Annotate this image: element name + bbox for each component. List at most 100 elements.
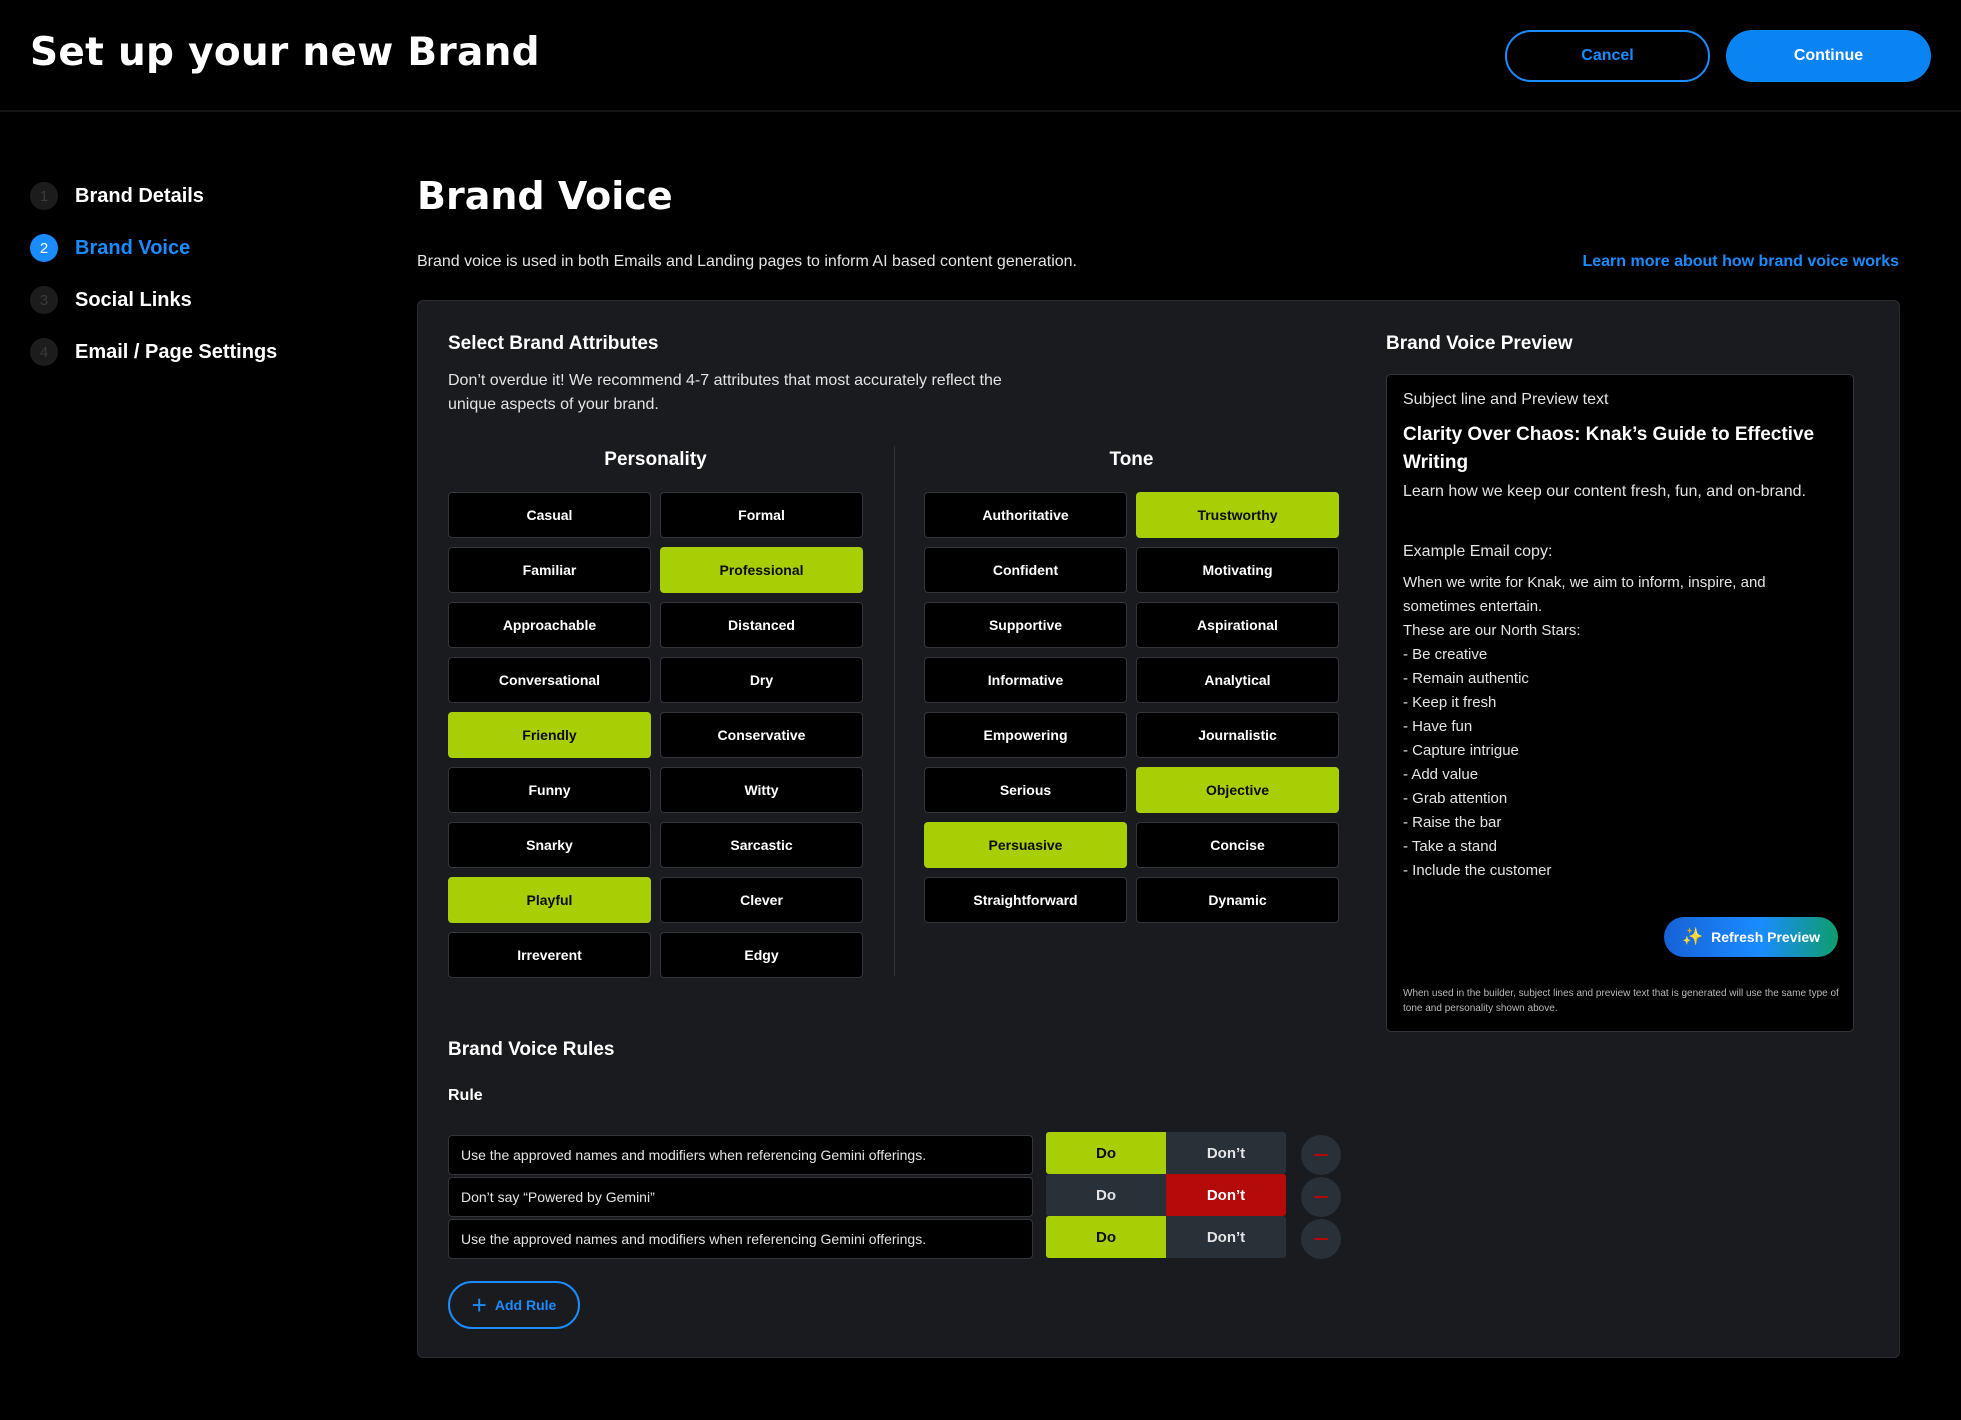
personality-chip-conversational[interactable]: Conversational [448, 657, 651, 703]
do-dont-toggle: Do Don’t [1046, 1132, 1286, 1174]
rule-column-label: Rule [448, 1087, 483, 1104]
tone-chip-persuasive[interactable]: Persuasive [924, 822, 1127, 868]
tone-chip-straightforward[interactable]: Straightforward [924, 877, 1127, 923]
preview-body-line: - Keep it fresh [1403, 694, 1497, 711]
attributes-description: Don’t overdue it! We recommend 4-7 attri… [448, 372, 1002, 413]
tone-chip-journalistic[interactable]: Journalistic [1136, 712, 1339, 758]
personality-chip-edgy[interactable]: Edgy [660, 932, 863, 978]
minus-icon [1314, 1196, 1328, 1198]
personality-chip-approachable[interactable]: Approachable [448, 602, 651, 648]
step-brand-voice[interactable]: 2 Brand Voice [30, 222, 277, 274]
step-label: Brand Details [75, 184, 204, 207]
minus-icon [1314, 1238, 1328, 1240]
dont-option[interactable]: Don’t [1166, 1216, 1286, 1258]
personality-chip-dry[interactable]: Dry [660, 657, 863, 703]
tone-chips: Authoritative Trustworthy Confident Motivat… [924, 492, 1339, 923]
steps-sidebar: 1 Brand Details 2 Brand Voice 3 Social L… [30, 170, 277, 378]
preview-body-line: - Add value [1403, 766, 1479, 783]
page-description: Brand voice is used in both Emails and L… [417, 253, 1077, 270]
tone-chip-trustworthy[interactable]: Trustworthy [1136, 492, 1339, 538]
personality-chip-clever[interactable]: Clever [660, 877, 863, 923]
preview-body-line: When we write for Knak, we aim to inform… [1403, 574, 1766, 591]
rule-row: Don’t say “Powered by Gemini” Do Don’t [448, 1174, 1341, 1217]
personality-chip-familiar[interactable]: Familiar [448, 547, 651, 593]
personality-chip-funny[interactable]: Funny [448, 767, 651, 813]
do-option[interactable]: Do [1046, 1174, 1166, 1216]
tone-chip-confident[interactable]: Confident [924, 547, 1127, 593]
tone-chip-objective[interactable]: Objective [1136, 767, 1339, 813]
dont-option[interactable]: Don’t [1166, 1174, 1286, 1216]
add-rule-button[interactable]: + Add Rule [448, 1281, 580, 1329]
personality-chip-casual[interactable]: Casual [448, 492, 651, 538]
top-bar: Set up your new Brand Cancel Continue [0, 0, 1961, 110]
rule-text-input[interactable]: Use the approved names and modifiers whe… [448, 1219, 1033, 1259]
tone-chip-serious[interactable]: Serious [924, 767, 1127, 813]
rule-text-input[interactable]: Use the approved names and modifiers whe… [448, 1135, 1033, 1175]
continue-button[interactable]: Continue [1726, 30, 1931, 82]
header-divider [0, 110, 1961, 112]
tone-chip-concise[interactable]: Concise [1136, 822, 1339, 868]
dont-option[interactable]: Don’t [1166, 1132, 1286, 1174]
personality-chips: Casual Formal Familiar Professional Approach… [448, 492, 863, 978]
learn-more-link[interactable]: Learn more about how brand voice works [1582, 253, 1899, 271]
tone-chip-authoritative[interactable]: Authoritative [924, 492, 1127, 538]
page-title: Brand Voice [417, 174, 673, 218]
step-email-page-settings[interactable]: 4 Email / Page Settings [30, 326, 277, 378]
personality-chip-formal[interactable]: Formal [660, 492, 863, 538]
personality-chip-witty[interactable]: Witty [660, 767, 863, 813]
preview-body-line: - Have fun [1403, 718, 1473, 735]
preview-body-line: - Remain authentic [1403, 670, 1529, 687]
example-label: Example Email copy: [1403, 543, 1553, 560]
step-number: 2 [30, 234, 58, 262]
add-rule-label: Add Rule [494, 1297, 557, 1313]
personality-chip-irreverent[interactable]: Irreverent [448, 932, 651, 978]
cancel-button[interactable]: Cancel [1505, 30, 1710, 82]
tone-chip-informative[interactable]: Informative [924, 657, 1127, 703]
plus-icon: + [471, 1290, 487, 1320]
preview-body-line: - Include the customer [1403, 862, 1552, 879]
step-brand-details[interactable]: 1 Brand Details [30, 170, 277, 222]
tone-chip-dynamic[interactable]: Dynamic [1136, 877, 1339, 923]
do-option[interactable]: Do [1046, 1216, 1166, 1258]
remove-rule-button[interactable] [1301, 1219, 1341, 1259]
personality-chip-friendly[interactable]: Friendly [448, 712, 651, 758]
personality-chip-snarky[interactable]: Snarky [448, 822, 651, 868]
personality-chip-sarcastic[interactable]: Sarcastic [660, 822, 863, 868]
tone-chip-aspirational[interactable]: Aspirational [1136, 602, 1339, 648]
tone-chip-empowering[interactable]: Empowering [924, 712, 1127, 758]
step-label: Brand Voice [75, 236, 191, 259]
tone-chip-analytical[interactable]: Analytical [1136, 657, 1339, 703]
rules-title: Brand Voice Rules [448, 1039, 615, 1060]
do-dont-toggle: Do Don’t [1046, 1174, 1286, 1216]
refresh-preview-button[interactable]: ✨ Refresh Preview [1664, 917, 1838, 957]
step-number: 4 [30, 338, 58, 366]
step-number: 1 [30, 182, 58, 210]
personality-chip-playful[interactable]: Playful [448, 877, 651, 923]
personality-chip-professional[interactable]: Professional [660, 547, 863, 593]
remove-rule-button[interactable] [1301, 1177, 1341, 1217]
personality-title: Personality [604, 449, 707, 470]
sparkle-icon: ✨ [1681, 927, 1704, 946]
minus-icon [1314, 1154, 1328, 1156]
preview-body: When we write for Knak, we aim to inform… [1403, 571, 1837, 883]
tone-chip-supportive[interactable]: Supportive [924, 602, 1127, 648]
column-divider [894, 446, 895, 976]
preview-body-line: - Be creative [1403, 646, 1488, 663]
preview-body-line: - Grab attention [1403, 790, 1508, 807]
do-dont-toggle: Do Don’t [1046, 1216, 1286, 1258]
refresh-label: Refresh Preview [1711, 929, 1821, 945]
remove-rule-button[interactable] [1301, 1135, 1341, 1175]
personality-chip-conservative[interactable]: Conservative [660, 712, 863, 758]
step-social-links[interactable]: 3 Social Links [30, 274, 277, 326]
preview-card: Subject line and Preview text Clarity Ov… [1386, 374, 1854, 1032]
rule-text-input[interactable]: Don’t say “Powered by Gemini” [448, 1177, 1033, 1217]
personality-chip-distanced[interactable]: Distanced [660, 602, 863, 648]
tone-title: Tone [1109, 449, 1154, 470]
preview-subline: Learn how we keep our content fresh, fun… [1403, 483, 1806, 500]
tone-chip-motivating[interactable]: Motivating [1136, 547, 1339, 593]
preview-body-line: sometimes entertain. [1403, 598, 1543, 615]
do-option[interactable]: Do [1046, 1132, 1166, 1174]
preview-body-line: These are our North Stars: [1403, 622, 1581, 639]
attributes-title: Select Brand Attributes [448, 333, 659, 354]
step-number: 3 [30, 286, 58, 314]
